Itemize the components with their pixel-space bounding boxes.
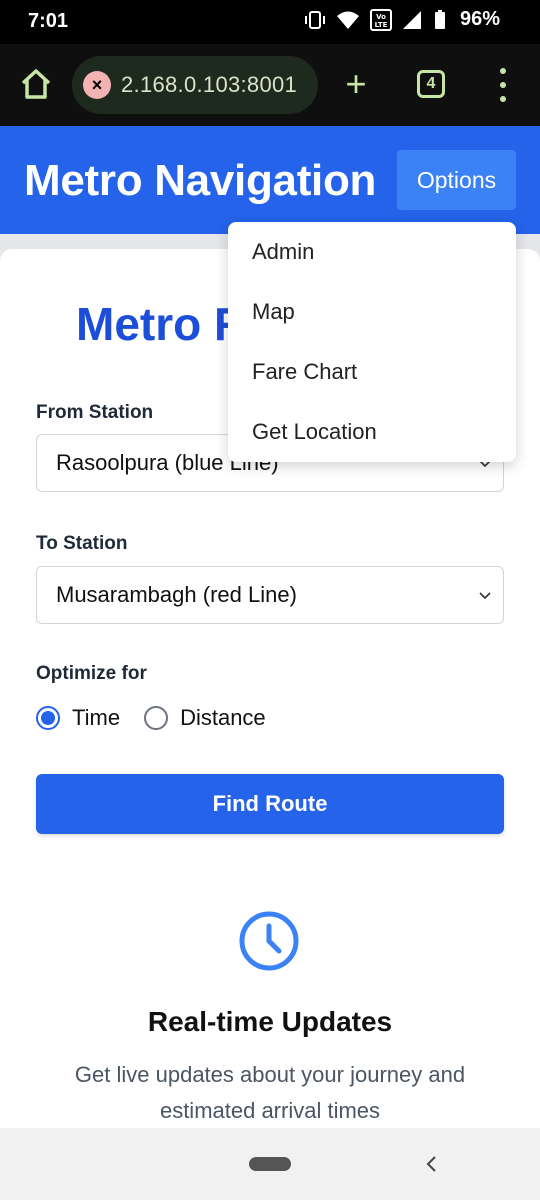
radio-distance[interactable] [144,706,169,730]
optimize-label: Optimize for [36,663,147,684]
url-text: 2.168.0.103:8001 [121,72,298,97]
address-bar[interactable]: × 2.168.0.103:8001 [72,56,318,114]
browser-menu-icon[interactable] [494,68,512,102]
menu-item-admin[interactable]: Admin [228,222,516,282]
feature-description: Get live updates about your journey and … [74,1062,466,1123]
battery-percent: 96% [459,8,500,30]
radio-distance-label[interactable]: Distance [180,705,266,731]
status-time: 7:01 [28,10,69,32]
svg-text:LTE: LTE [375,21,388,29]
to-station-label: To Station [36,533,128,554]
feature-title: Real-time Updates [147,1006,393,1037]
back-icon[interactable] [424,1154,438,1174]
system-nav-bar [0,1128,540,1200]
vibrate-icon [304,10,325,29]
card-title: Metro R [76,298,248,350]
status-icons: Vo LTE 96% [304,8,500,31]
signal-icon [402,10,421,29]
options-dropdown: Admin Map Fare Chart Get Location [228,222,516,462]
chevron-down-icon [479,592,491,600]
svg-text:Vo: Vo [376,13,386,21]
battery-icon [434,9,445,29]
home-icon[interactable] [18,66,54,102]
optimize-radio-group: Time Distance [36,705,290,731]
app-title: Metro Navigation [24,156,377,205]
radio-time[interactable] [36,706,60,730]
to-station-value: Musarambagh (red Line) [56,582,297,607]
status-bar: 7:01 Vo LTE 96% [0,0,540,44]
app-header: Metro Navigation Options [0,126,540,234]
new-tab-button[interactable]: + [340,64,372,104]
options-button[interactable]: Options [397,150,516,210]
to-station-select[interactable]: Musarambagh (red Line) [36,566,504,624]
menu-item-fare-chart[interactable]: Fare Chart [228,342,516,402]
wifi-icon [336,11,359,29]
volte-icon: VoLTE [369,8,392,31]
clock-icon [239,911,299,971]
menu-item-map[interactable]: Map [228,282,516,342]
find-route-button[interactable]: Find Route [36,774,504,834]
radio-time-label[interactable]: Time [72,705,120,731]
home-gesture-pill[interactable] [249,1157,291,1171]
from-station-label: From Station [36,402,154,423]
insecure-site-icon[interactable]: × [83,71,111,99]
menu-item-get-location[interactable]: Get Location [228,402,516,462]
tab-switcher-button[interactable]: 4 [417,70,445,98]
browser-toolbar: × 2.168.0.103:8001 + 4 [0,44,540,126]
